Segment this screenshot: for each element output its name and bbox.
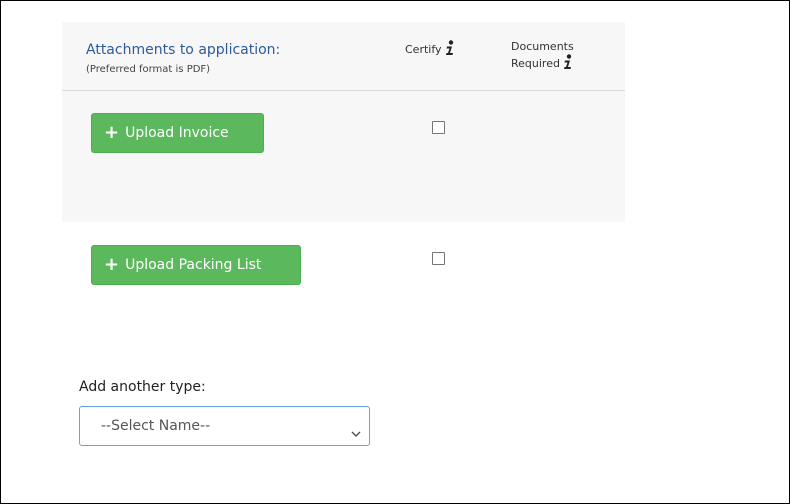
attachments-subtitle: (Preferred format is PDF) [86,64,211,75]
chevron-down-icon [351,423,361,442]
certify-checkbox-invoice[interactable] [432,121,445,134]
column-header-documents-required: Documents Required [511,40,574,74]
add-another-type-label: Add another type: [79,379,206,395]
column-header-certify: Certify [405,40,455,59]
column-header-documents-label: Documents [511,40,574,53]
document-type-select[interactable]: --Select Name-- [79,406,370,446]
column-header-certify-label: Certify [405,43,442,56]
upload-invoice-button[interactable]: + Upload Invoice [91,113,264,153]
attachment-row-packing-list: + Upload Packing List Add another type: -… [62,222,625,466]
info-icon[interactable] [563,54,573,74]
certify-checkbox-packing-list[interactable] [432,252,445,265]
upload-packing-list-button[interactable]: + Upload Packing List [91,245,301,285]
plus-icon: + [104,254,120,275]
page-frame: Attachments to application: (Preferred f… [0,0,790,504]
document-type-select-value: --Select Name-- [101,418,211,434]
attachments-header: Attachments to application: (Preferred f… [62,22,625,91]
plus-icon: + [104,122,120,143]
column-header-required-label: Required [511,57,560,70]
upload-packing-list-label: Upload Packing List [125,257,262,273]
info-icon[interactable] [445,40,455,59]
upload-invoice-label: Upload Invoice [125,125,229,141]
attachments-panel: Attachments to application: (Preferred f… [62,22,625,466]
attachment-row-invoice: + Upload Invoice [62,91,625,222]
attachments-title: Attachments to application: [86,42,281,58]
